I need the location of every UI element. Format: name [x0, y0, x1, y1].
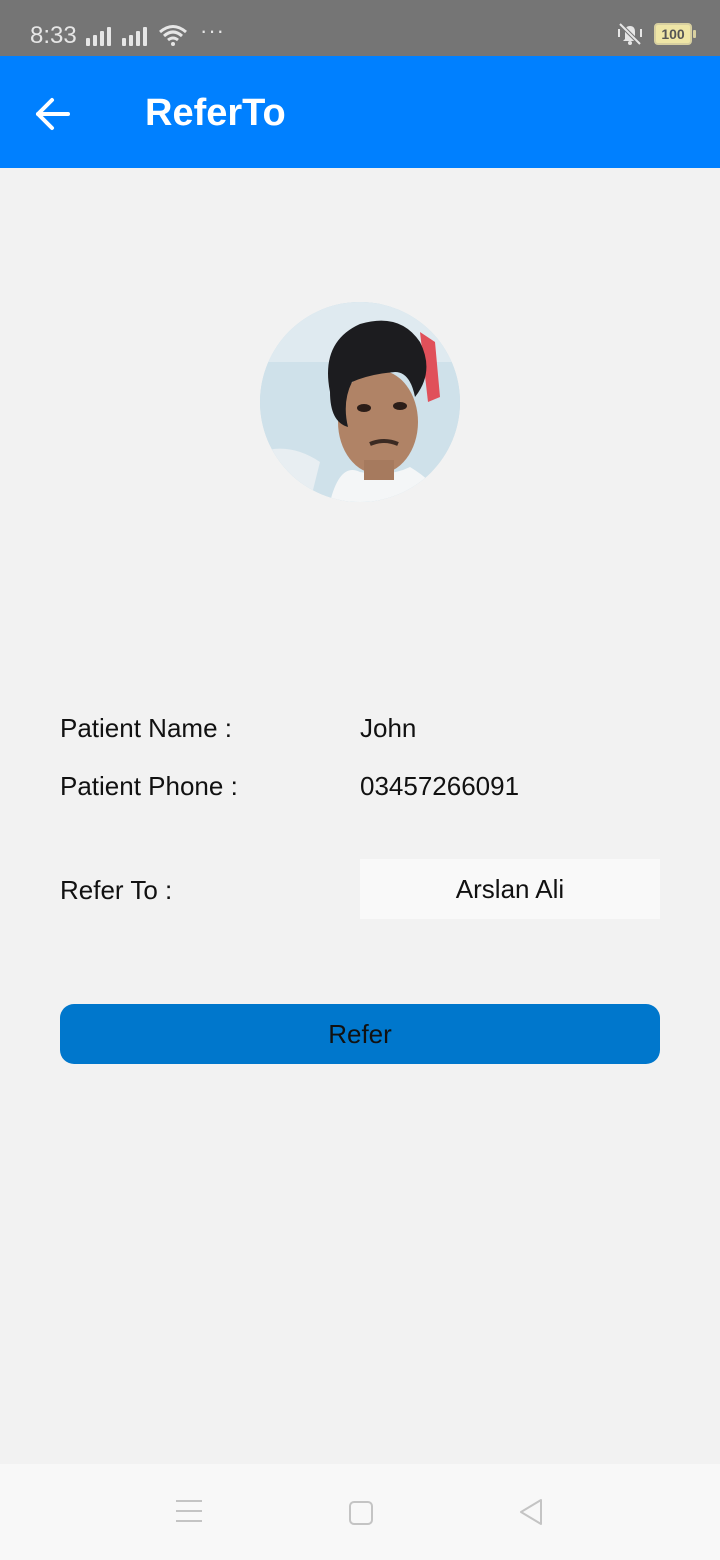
- back-icon[interactable]: [518, 1498, 544, 1526]
- patient-phone-value: 03457266091: [360, 771, 520, 801]
- home-icon[interactable]: [349, 1501, 373, 1525]
- page-title: ReferTo: [145, 92, 286, 134]
- battery-icon: 100: [654, 23, 696, 45]
- wifi-icon: [159, 25, 187, 46]
- app-bar: ReferTo: [0, 56, 720, 168]
- battery-level: 100: [661, 26, 685, 42]
- arrow-left-icon[interactable]: [28, 90, 76, 138]
- vibrate-icon: [618, 22, 642, 46]
- patient-name-value: John: [360, 713, 417, 743]
- status-time: 8:33: [30, 22, 77, 49]
- patient-phone-label: Patient Phone :: [60, 771, 238, 801]
- refer-button[interactable]: Refer: [60, 1004, 660, 1064]
- signal-icon: [122, 27, 150, 46]
- status-bar: 8:33 ··· 100: [0, 0, 720, 56]
- patient-name-label: Patient Name :: [60, 713, 232, 743]
- status-icons-right: 100: [616, 22, 696, 46]
- status-more: ···: [200, 18, 225, 43]
- system-nav-bar: [0, 1464, 720, 1560]
- avatar: [260, 302, 460, 502]
- menu-icon[interactable]: [176, 1500, 202, 1524]
- refer-to-label: Refer To :: [60, 875, 173, 905]
- status-icons-left: [86, 24, 188, 46]
- signal-icon: [86, 27, 114, 46]
- refer-to-select[interactable]: Arslan Ali: [360, 859, 660, 919]
- avatar-photo: [260, 302, 460, 502]
